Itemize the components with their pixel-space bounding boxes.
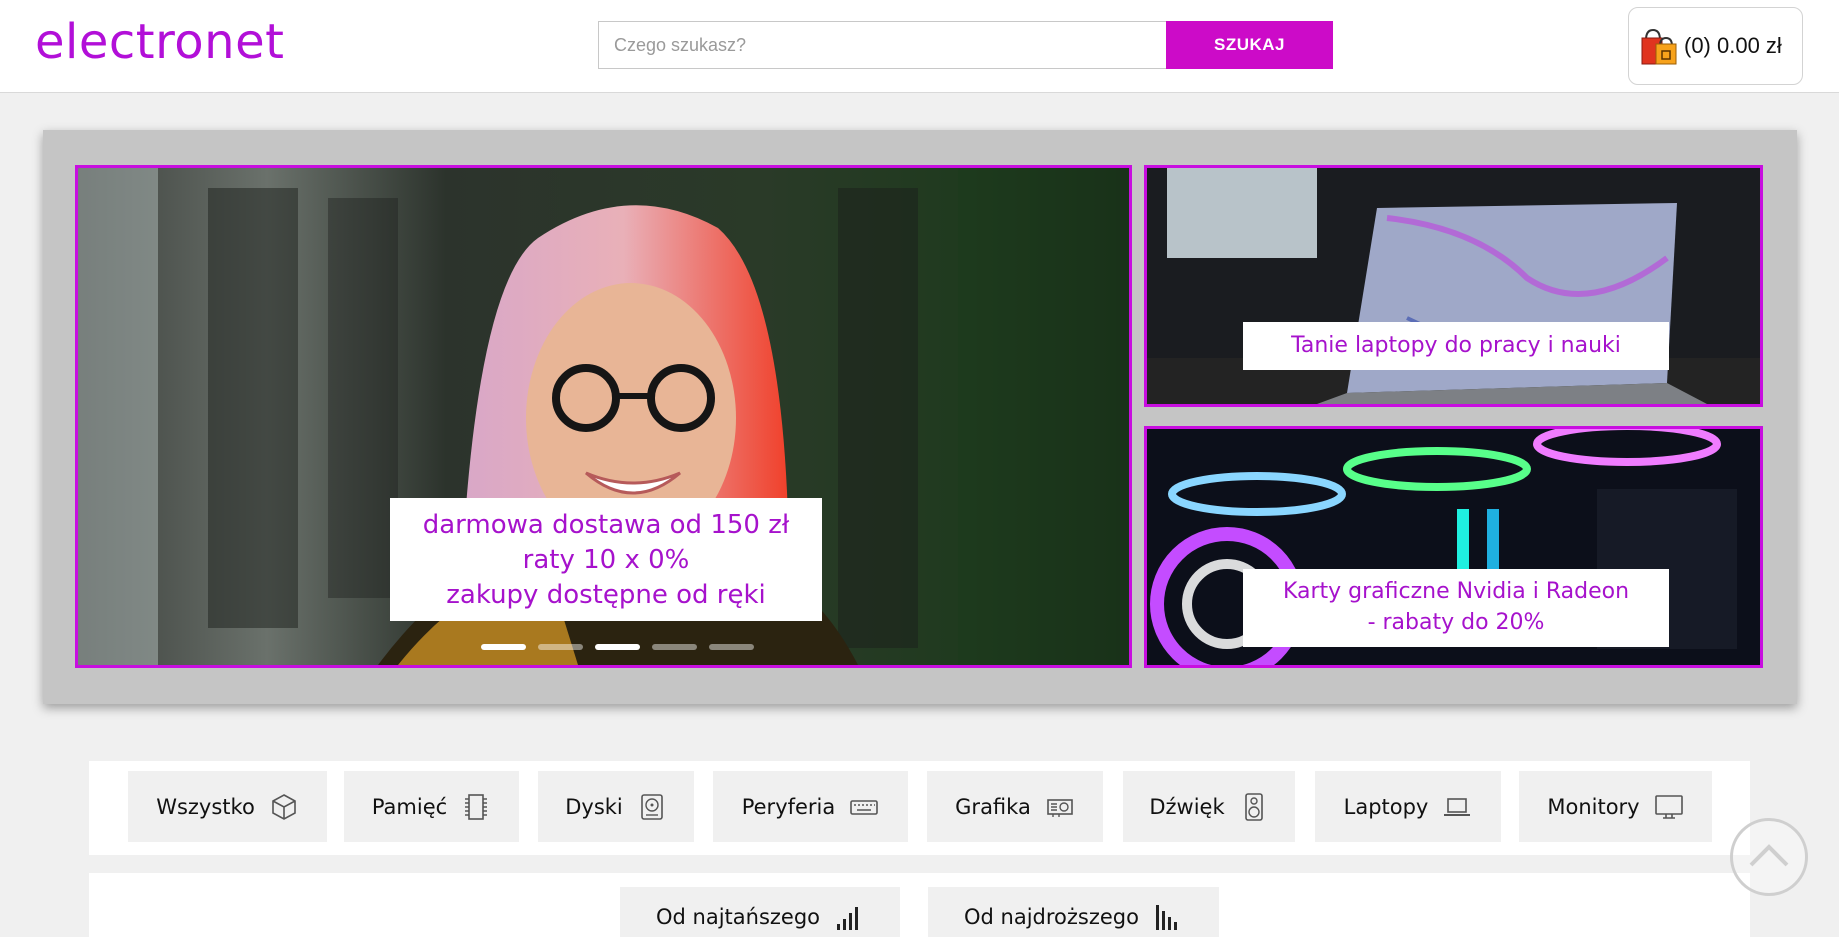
- slider-dot[interactable]: [595, 644, 640, 650]
- sort-descending-icon: [1155, 905, 1177, 930]
- category-all[interactable]: Wszystko: [128, 771, 327, 842]
- memory-chip-icon: [465, 793, 488, 820]
- promo-line-installments: raty 10 x 0%: [522, 545, 690, 575]
- category-label: Dyski: [565, 794, 623, 819]
- logo[interactable]: electronet: [35, 14, 284, 70]
- site-header: electronet SZUKAJ (0) 0.00 zł: [0, 0, 1839, 93]
- shopping-bags-icon: [1641, 28, 1677, 65]
- promo-line-availability: zakupy dostępne od ręki: [446, 580, 766, 610]
- promo-laptops-text: Tanie laptopy do pracy i nauki: [1243, 322, 1669, 370]
- sort-panel: Od najtańszego Od najdroższego: [89, 873, 1750, 937]
- category-label: Wszystko: [156, 794, 255, 819]
- promo-graphics-text: Karty graficzne Nvidia i Radeon - rabaty…: [1243, 569, 1669, 647]
- slider-dot[interactable]: [538, 644, 583, 650]
- chevron-up-icon: [1749, 844, 1789, 867]
- sort-cheapest-button[interactable]: Od najtańszego: [620, 887, 900, 937]
- graphics-card-icon: [1047, 798, 1073, 817]
- slider-dots: [481, 644, 754, 650]
- laptop-icon: [1444, 797, 1471, 816]
- hero-banner: darmowa dostawa od 150 zł raty 10 x 0% z…: [43, 130, 1797, 704]
- cube-icon: [271, 793, 296, 820]
- search-input[interactable]: [598, 21, 1166, 69]
- sort-ascending-icon: [837, 907, 859, 930]
- promo-graphics-line-1: Karty graficzne Nvidia i Radeon: [1282, 579, 1630, 604]
- slider-dot[interactable]: [652, 644, 697, 650]
- category-laptops[interactable]: Laptopy: [1315, 771, 1501, 842]
- sort-label: Od najtańszego: [655, 905, 821, 929]
- category-peripherals[interactable]: Peryferia: [713, 771, 908, 842]
- category-disks[interactable]: Dyski: [538, 771, 694, 842]
- search-bar: SZUKAJ: [598, 21, 1333, 69]
- search-button[interactable]: SZUKAJ: [1166, 21, 1333, 69]
- promo-line-shipping: darmowa dostawa od 150 zł: [422, 510, 790, 540]
- sort-label: Od najdroższego: [964, 905, 1139, 929]
- category-sound[interactable]: Dźwięk: [1123, 771, 1295, 842]
- category-label: Peryferia: [741, 794, 836, 819]
- hero-slide-main[interactable]: darmowa dostawa od 150 zł raty 10 x 0% z…: [75, 165, 1132, 668]
- hard-disk-icon: [640, 793, 663, 820]
- keyboard-icon: [850, 799, 879, 815]
- category-label: Dźwięk: [1149, 794, 1225, 819]
- category-graphics[interactable]: Grafika: [927, 771, 1103, 842]
- promo-tile-graphics[interactable]: Karty graficzne Nvidia i Radeon - rabaty…: [1144, 426, 1763, 668]
- sort-most-expensive-button[interactable]: Od najdroższego: [928, 887, 1219, 937]
- cart-button[interactable]: (0) 0.00 zł: [1628, 7, 1803, 85]
- promo-graphics-line-2: - rabaty do 20%: [1367, 610, 1545, 635]
- category-label: Grafika: [955, 794, 1031, 819]
- category-monitors[interactable]: Monitory: [1519, 771, 1712, 842]
- monitor-icon: [1654, 794, 1683, 819]
- scroll-to-top-button[interactable]: [1730, 818, 1808, 896]
- category-label: Pamięć: [371, 794, 448, 819]
- speaker-icon: [1244, 792, 1263, 821]
- promo-tile-laptops[interactable]: Tanie laptopy do pracy i nauki: [1144, 165, 1763, 407]
- slider-dot[interactable]: [481, 644, 526, 650]
- hero-promo-text: darmowa dostawa od 150 zł raty 10 x 0% z…: [390, 498, 822, 621]
- category-label: Laptopy: [1343, 794, 1429, 819]
- cart-summary: (0) 0.00 zł: [1684, 33, 1782, 58]
- category-label: Monitory: [1547, 794, 1640, 819]
- category-memory[interactable]: Pamięć: [344, 771, 519, 842]
- slider-dot[interactable]: [709, 644, 754, 650]
- category-bar: Wszystko Pamięć Dyski Peryferia Grafika …: [89, 761, 1750, 855]
